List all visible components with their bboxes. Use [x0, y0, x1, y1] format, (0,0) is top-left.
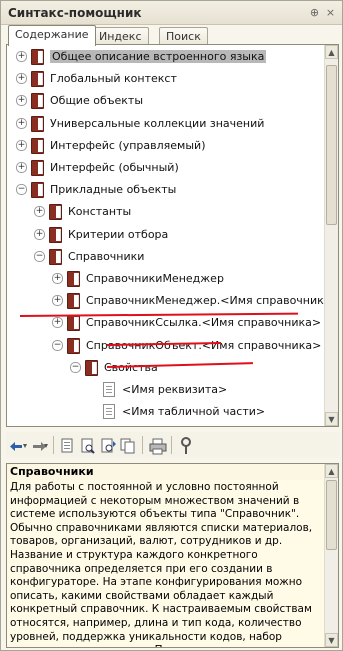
expand-icon[interactable]: +: [16, 162, 27, 173]
window-title: Синтакс-помощник: [8, 6, 142, 20]
copy-icon[interactable]: [118, 436, 136, 454]
tree-item[interactable]: − Справочники: [7, 246, 327, 268]
book-icon: [31, 182, 44, 199]
collapse-icon[interactable]: −: [52, 339, 63, 351]
tree-item-label[interactable]: Глобальный контекст: [50, 72, 177, 85]
tree-item[interactable]: <Имя реквизита>: [7, 379, 327, 401]
tree-item[interactable]: + СправочникиМенеджер: [7, 268, 327, 290]
book-icon: [31, 115, 44, 132]
book-icon: [31, 71, 44, 88]
back-icon[interactable]: [9, 436, 27, 454]
tree-item-label[interactable]: <Имя табличной части>: [122, 405, 265, 418]
tree-item[interactable]: + СправочникМенеджер.<Имя справочника>: [7, 290, 338, 312]
pin-icon[interactable]: ⊕: [308, 6, 321, 19]
help-scrollbar[interactable]: ▲ ▼: [324, 464, 338, 647]
tree-scrollbar[interactable]: ▲ ▼: [324, 45, 338, 426]
expand-icon[interactable]: +: [16, 51, 27, 62]
tree-item-label[interactable]: Прикладные объекты: [50, 183, 176, 196]
book-icon: [31, 160, 44, 176]
scroll-down-icon[interactable]: ▼: [325, 633, 338, 647]
tree-item-label[interactable]: Интерфейс (управляемый): [50, 139, 205, 152]
tree-item-label[interactable]: СправочникиМенеджер: [86, 272, 224, 285]
page-icon: [103, 426, 115, 427]
book-icon: [67, 271, 80, 287]
expand-icon[interactable]: +: [16, 139, 27, 151]
book-icon: [31, 93, 44, 110]
expand-icon[interactable]: +: [52, 317, 63, 329]
tree-item[interactable]: + Интерфейс (управляемый): [7, 135, 327, 157]
forward-icon[interactable]: [30, 436, 48, 454]
close-icon[interactable]: ×: [324, 6, 337, 19]
help-header: Справочники: [7, 464, 323, 480]
find-icon[interactable]: [78, 436, 96, 454]
tree-item[interactable]: + Универсальные коллекции значений: [7, 113, 327, 135]
scroll-thumb[interactable]: [326, 65, 337, 225]
collapse-icon[interactable]: −: [16, 184, 27, 196]
help-toolbar: [6, 432, 339, 458]
tree-item-label[interactable]: СправочникМенеджер.<Имя справочника>: [86, 294, 338, 307]
toolbar-separator: [142, 436, 143, 454]
title-bar: Синтакс-помощник ⊕ ×: [1, 1, 342, 25]
sync-icon[interactable]: [58, 436, 76, 454]
tree-item[interactable]: + Общее описание встроенного языка: [7, 46, 327, 68]
tree-item[interactable]: − СправочникОбъект.<Имя справочника>: [7, 335, 327, 357]
book-icon: [31, 49, 44, 65]
print-icon[interactable]: [148, 436, 167, 455]
book-icon: [67, 315, 80, 332]
book-icon: [49, 248, 62, 265]
tree-item[interactable]: + Общие объекты: [7, 90, 327, 112]
tree-item[interactable]: −Свойства: [7, 357, 327, 379]
expand-icon[interactable]: +: [34, 206, 45, 218]
tree-item[interactable]: + Критерии отбора: [7, 224, 327, 246]
tab-bar: Содержание Индекс Поиск: [6, 25, 341, 46]
scroll-up-icon[interactable]: ▲: [325, 45, 338, 59]
find-next-icon[interactable]: [98, 436, 116, 454]
tree-item[interactable]: + Интерфейс (обычный): [7, 157, 327, 179]
scroll-thumb[interactable]: [326, 480, 337, 550]
tree-item[interactable]: + Константы: [7, 201, 327, 223]
tree-item-label[interactable]: Интерфейс (обычный): [50, 161, 179, 174]
tab-index[interactable]: Индекс: [92, 27, 149, 45]
toolbar-separator: [53, 436, 54, 454]
tree-item-label[interactable]: Общие объекты: [50, 94, 143, 107]
tree-item[interactable]: + Глобальный контекст: [7, 68, 327, 90]
page-icon: [103, 382, 115, 397]
expand-icon[interactable]: +: [16, 73, 27, 85]
tree-item-label[interactable]: СправочникСсылка.<Имя справочника>: [86, 316, 321, 329]
collapse-icon[interactable]: −: [70, 361, 81, 373]
book-icon: [67, 293, 80, 310]
tree-item-label[interactable]: Константы: [68, 205, 131, 218]
tab-search[interactable]: Поиск: [159, 27, 208, 45]
tree-item-label[interactable]: <Имя реквизита>: [122, 383, 227, 396]
book-icon: [49, 226, 62, 243]
syntax-helper-window: Синтакс-помощник ⊕ × Содержание Индекс П…: [0, 0, 343, 651]
tree-item-label[interactable]: Универсальные коллекции значений: [50, 117, 264, 130]
tree-item-label[interactable]: Общее описание встроенного языка: [50, 50, 267, 63]
tree-item[interactable]: ВерсияДанных: [7, 423, 327, 427]
book-icon: [67, 337, 80, 354]
book-icon: [49, 204, 62, 221]
page-icon: [103, 404, 115, 420]
book-icon: [85, 359, 98, 376]
expand-icon[interactable]: +: [16, 117, 27, 129]
tree-item[interactable]: − Прикладные объекты: [7, 179, 327, 201]
expand-icon[interactable]: +: [16, 95, 27, 107]
help-description-panel: Справочники Для работы с постоянной и ус…: [6, 463, 339, 648]
settings-icon[interactable]: [176, 436, 194, 454]
expand-icon[interactable]: +: [52, 295, 63, 307]
collapse-icon[interactable]: −: [34, 250, 45, 262]
tab-contents[interactable]: Содержание: [8, 25, 96, 46]
book-icon: [31, 137, 44, 154]
scroll-down-icon[interactable]: ▼: [325, 412, 338, 426]
tree-item-label[interactable]: Критерии отбора: [68, 228, 168, 241]
expand-icon[interactable]: +: [52, 273, 63, 284]
help-title: Справочники: [10, 465, 94, 478]
help-text: Для работы с постоянной и условно постоя…: [10, 481, 313, 647]
tree-item-label[interactable]: Справочники: [68, 250, 144, 263]
toolbar-separator: [171, 436, 172, 454]
tree-item[interactable]: <Имя табличной части>: [7, 401, 327, 423]
contents-tree: + Общее описание встроенного языка + Глобал…: [6, 44, 339, 427]
expand-icon[interactable]: +: [34, 228, 45, 240]
scroll-up-icon[interactable]: ▲: [325, 464, 338, 478]
